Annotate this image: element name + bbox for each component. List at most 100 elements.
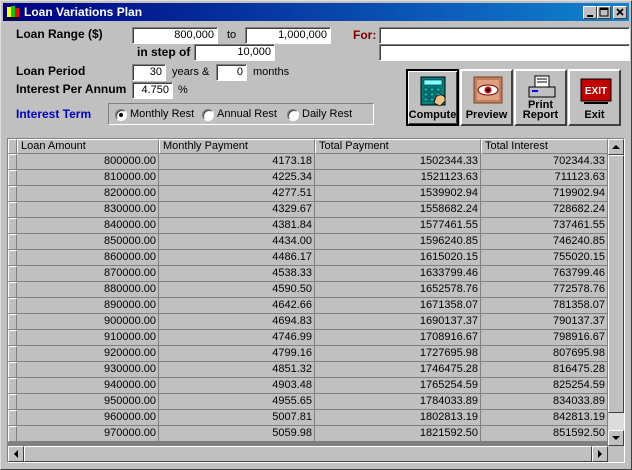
cell-monthly-payment[interactable]: 4955.65 bbox=[159, 394, 315, 410]
cell-monthly-payment[interactable]: 4903.48 bbox=[159, 378, 315, 394]
table-row[interactable]: 910000.00 4746.99 1708916.67 798916.67 bbox=[8, 330, 608, 346]
interest-rate-input[interactable]: 4.750 bbox=[132, 82, 173, 99]
cell-total-payment[interactable]: 1708916.67 bbox=[315, 330, 481, 346]
table-row[interactable]: 940000.00 4903.48 1765254.59 825254.59 bbox=[8, 378, 608, 394]
cell-monthly-payment[interactable]: 4746.99 bbox=[159, 330, 315, 346]
row-indicator[interactable] bbox=[8, 186, 17, 202]
cell-monthly-payment[interactable]: 4381.84 bbox=[159, 218, 315, 234]
row-indicator[interactable] bbox=[8, 410, 17, 426]
cell-loan-amount[interactable]: 900000.00 bbox=[17, 314, 159, 330]
cell-total-interest[interactable]: 711123.63 bbox=[481, 170, 608, 186]
table-row[interactable]: 870000.00 4538.33 1633799.46 763799.46 bbox=[8, 266, 608, 282]
print-report-button[interactable]: Print Report bbox=[514, 69, 567, 126]
cell-total-interest[interactable]: 763799.46 bbox=[481, 266, 608, 282]
scroll-right-button[interactable] bbox=[592, 446, 608, 462]
cell-loan-amount[interactable]: 830000.00 bbox=[17, 202, 159, 218]
close-button[interactable] bbox=[613, 6, 627, 19]
cell-loan-amount[interactable]: 880000.00 bbox=[17, 282, 159, 298]
table-row[interactable]: 920000.00 4799.16 1727695.98 807695.98 bbox=[8, 346, 608, 362]
scroll-left-button[interactable] bbox=[8, 446, 24, 462]
table-row[interactable]: 970000.00 5059.98 1821592.50 851592.50 bbox=[8, 426, 608, 442]
table-row[interactable]: 820000.00 4277.51 1539902.94 719902.94 bbox=[8, 186, 608, 202]
cell-monthly-payment[interactable]: 5059.98 bbox=[159, 426, 315, 442]
row-indicator[interactable] bbox=[8, 202, 17, 218]
table-row[interactable]: 890000.00 4642.66 1671358.07 781358.07 bbox=[8, 298, 608, 314]
cell-total-payment[interactable]: 1727695.98 bbox=[315, 346, 481, 362]
row-indicator[interactable] bbox=[8, 330, 17, 346]
scroll-up-button[interactable] bbox=[608, 139, 624, 155]
cell-monthly-payment[interactable]: 4851.32 bbox=[159, 362, 315, 378]
cell-total-payment[interactable]: 1539902.94 bbox=[315, 186, 481, 202]
for-input-line1[interactable] bbox=[379, 27, 630, 44]
loan-range-from-input[interactable]: 800,000 bbox=[132, 27, 218, 44]
cell-total-interest[interactable]: 851592.50 bbox=[481, 426, 608, 442]
maximize-button[interactable] bbox=[597, 6, 611, 19]
cell-total-payment[interactable]: 1558682.24 bbox=[315, 202, 481, 218]
cell-monthly-payment[interactable]: 4799.16 bbox=[159, 346, 315, 362]
row-indicator[interactable] bbox=[8, 298, 17, 314]
row-indicator[interactable] bbox=[8, 218, 17, 234]
cell-total-payment[interactable]: 1802813.19 bbox=[315, 410, 481, 426]
for-input-line2[interactable] bbox=[379, 44, 630, 61]
table-row[interactable]: 800000.00 4173.18 1502344.33 702344.33 bbox=[8, 154, 608, 170]
horizontal-scrollbar[interactable] bbox=[8, 446, 624, 462]
row-indicator[interactable] bbox=[8, 426, 17, 442]
cell-loan-amount[interactable]: 910000.00 bbox=[17, 330, 159, 346]
table-row[interactable]: 810000.00 4225.34 1521123.63 711123.63 bbox=[8, 170, 608, 186]
cell-monthly-payment[interactable]: 4277.51 bbox=[159, 186, 315, 202]
cell-total-payment[interactable]: 1821592.50 bbox=[315, 426, 481, 442]
column-header-total-payment[interactable]: Total Payment bbox=[315, 139, 481, 154]
column-header-total-interest[interactable]: Total Interest bbox=[481, 139, 608, 154]
cell-loan-amount[interactable]: 970000.00 bbox=[17, 426, 159, 442]
loan-range-to-input[interactable]: 1,000,000 bbox=[245, 27, 331, 44]
horizontal-scroll-thumb[interactable] bbox=[24, 446, 592, 462]
cell-loan-amount[interactable]: 890000.00 bbox=[17, 298, 159, 314]
cell-monthly-payment[interactable]: 4434.00 bbox=[159, 234, 315, 250]
scroll-down-button[interactable] bbox=[608, 430, 624, 446]
cell-total-interest[interactable]: 798916.67 bbox=[481, 330, 608, 346]
cell-monthly-payment[interactable]: 4694.83 bbox=[159, 314, 315, 330]
cell-total-payment[interactable]: 1521123.63 bbox=[315, 170, 481, 186]
cell-total-interest[interactable]: 816475.28 bbox=[481, 362, 608, 378]
cell-total-interest[interactable]: 719902.94 bbox=[481, 186, 608, 202]
cell-total-interest[interactable]: 755020.15 bbox=[481, 250, 608, 266]
years-input[interactable]: 30 bbox=[132, 64, 166, 81]
row-indicator[interactable] bbox=[8, 266, 17, 282]
table-row[interactable]: 830000.00 4329.67 1558682.24 728682.24 bbox=[8, 202, 608, 218]
cell-loan-amount[interactable]: 850000.00 bbox=[17, 234, 159, 250]
cell-total-interest[interactable]: 772578.76 bbox=[481, 282, 608, 298]
vertical-scrollbar[interactable] bbox=[608, 139, 624, 446]
cell-loan-amount[interactable]: 950000.00 bbox=[17, 394, 159, 410]
cell-monthly-payment[interactable]: 4590.50 bbox=[159, 282, 315, 298]
cell-total-payment[interactable]: 1784033.89 bbox=[315, 394, 481, 410]
table-row[interactable]: 930000.00 4851.32 1746475.28 816475.28 bbox=[8, 362, 608, 378]
cell-loan-amount[interactable]: 960000.00 bbox=[17, 410, 159, 426]
cell-loan-amount[interactable]: 920000.00 bbox=[17, 346, 159, 362]
cell-loan-amount[interactable]: 940000.00 bbox=[17, 378, 159, 394]
row-indicator[interactable] bbox=[8, 234, 17, 250]
row-indicator[interactable] bbox=[8, 154, 17, 170]
cell-loan-amount[interactable]: 800000.00 bbox=[17, 154, 159, 170]
cell-loan-amount[interactable]: 930000.00 bbox=[17, 362, 159, 378]
cell-loan-amount[interactable]: 820000.00 bbox=[17, 186, 159, 202]
table-row[interactable]: 840000.00 4381.84 1577461.55 737461.55 bbox=[8, 218, 608, 234]
months-input[interactable]: 0 bbox=[216, 64, 247, 81]
step-input[interactable]: 10,000 bbox=[194, 44, 275, 61]
cell-total-payment[interactable]: 1765254.59 bbox=[315, 378, 481, 394]
table-row[interactable]: 950000.00 4955.65 1784033.89 834033.89 bbox=[8, 394, 608, 410]
cell-total-interest[interactable]: 737461.55 bbox=[481, 218, 608, 234]
cell-monthly-payment[interactable]: 4538.33 bbox=[159, 266, 315, 282]
cell-monthly-payment[interactable]: 5007.81 bbox=[159, 410, 315, 426]
cell-total-interest[interactable]: 807695.98 bbox=[481, 346, 608, 362]
row-indicator[interactable] bbox=[8, 170, 17, 186]
title-bar[interactable]: Loan Variations Plan bbox=[3, 3, 629, 21]
table-row[interactable]: 960000.00 5007.81 1802813.19 842813.19 bbox=[8, 410, 608, 426]
row-indicator[interactable] bbox=[8, 282, 17, 298]
cell-total-interest[interactable]: 728682.24 bbox=[481, 202, 608, 218]
cell-total-interest[interactable]: 781358.07 bbox=[481, 298, 608, 314]
cell-total-payment[interactable]: 1652578.76 bbox=[315, 282, 481, 298]
cell-total-payment[interactable]: 1577461.55 bbox=[315, 218, 481, 234]
row-indicator[interactable] bbox=[8, 346, 17, 362]
cell-monthly-payment[interactable]: 4173.18 bbox=[159, 154, 315, 170]
table-row[interactable]: 880000.00 4590.50 1652578.76 772578.76 bbox=[8, 282, 608, 298]
